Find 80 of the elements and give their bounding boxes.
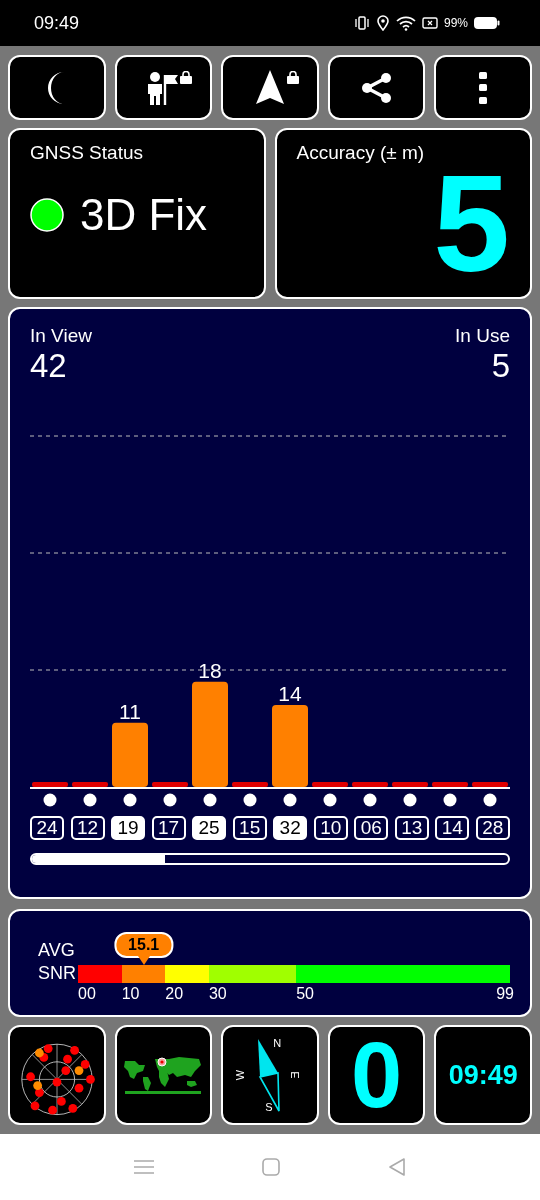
in-view-count: 42	[30, 347, 68, 385]
satellite-id: 14	[435, 816, 470, 840]
satellite-id: 13	[394, 816, 429, 840]
fix-status-dot	[30, 198, 64, 232]
satellite-id: 15	[232, 816, 267, 840]
share-icon	[360, 71, 393, 104]
card-title: Accuracy (± m)	[296, 142, 426, 164]
person-flag-icon	[147, 70, 180, 105]
toolbar-button[interactable]	[327, 55, 426, 120]
navigation-arrow-icon	[256, 69, 284, 106]
toolbar-button[interactable]	[114, 55, 213, 120]
world-map-tile[interactable]	[114, 1025, 213, 1125]
compass-east: E	[289, 1071, 302, 1079]
snr-bar	[112, 722, 148, 787]
snr-label: SNR	[38, 962, 77, 985]
satellite-id: 24	[30, 816, 64, 840]
satellite-dot	[283, 793, 297, 807]
in-use-label: In Use	[455, 325, 510, 347]
battery-icon	[474, 16, 500, 30]
snr-bar	[152, 782, 188, 787]
satellite-id: 06	[354, 816, 389, 840]
battery-percent: 99%	[443, 16, 468, 30]
bar-value: 14	[278, 682, 302, 706]
satellite-id: 19	[111, 816, 146, 840]
sky-plot-tile[interactable]	[8, 1025, 106, 1125]
satellite-dot	[83, 793, 97, 807]
count-tile[interactable]: 0	[327, 1025, 426, 1125]
satellite-id: 32	[273, 816, 308, 840]
wifi-icon	[395, 15, 416, 31]
in-use-count: 5	[491, 347, 510, 385]
satellite-dot	[443, 793, 457, 807]
satellite-dot	[43, 793, 57, 807]
scale-label: 20	[165, 985, 184, 1002]
satellite-dot	[363, 793, 377, 807]
satellite-dot	[203, 793, 217, 807]
snr-bar	[32, 782, 68, 787]
snr-bar	[432, 782, 468, 787]
in-view-label: In View	[30, 325, 92, 347]
satellite-id: 12	[70, 816, 105, 840]
vibrate-icon	[353, 15, 370, 31]
scale-label: 30	[208, 985, 227, 1002]
bar-value: 18	[198, 658, 222, 682]
scale-label: 10	[121, 985, 140, 1002]
scale-label: 99	[496, 985, 514, 1003]
compass-tile[interactable]: N E S W	[221, 1025, 319, 1125]
snr-bar	[392, 782, 428, 787]
satellite-dot	[123, 793, 137, 807]
satellite-id: 17	[151, 816, 186, 840]
satellite-dot	[403, 793, 417, 807]
snr-bar	[72, 782, 108, 787]
avg-label: AVG	[38, 939, 76, 962]
location-icon	[375, 15, 390, 31]
toolbar-button[interactable]	[221, 55, 319, 120]
snr-bar	[352, 782, 388, 787]
accuracy-value: 5	[433, 154, 510, 292]
scale-label: 00	[78, 985, 96, 1002]
bar-value: 11	[119, 699, 141, 723]
satellite-dot	[163, 793, 177, 807]
compass-north: N	[273, 1037, 282, 1049]
satellite-dot	[323, 793, 337, 807]
fix-status: 3D Fix	[80, 190, 208, 240]
satellite-id: 25	[192, 816, 227, 840]
sim-icon	[421, 16, 438, 30]
more-icon	[479, 71, 488, 104]
clock-tile[interactable]: 09:49	[434, 1025, 532, 1125]
satellite-id: 10	[313, 816, 348, 840]
satellite-dot	[483, 793, 497, 807]
satellite-dot	[243, 793, 257, 807]
toolbar-button[interactable]	[8, 55, 106, 120]
snr-bar	[472, 782, 508, 787]
status-time: 09:49	[34, 12, 80, 34]
snr-bar	[312, 782, 348, 787]
snr-bar	[232, 782, 268, 787]
callout-pointer	[137, 956, 150, 965]
satellite-id: 28	[475, 816, 510, 840]
compass-south: S	[265, 1101, 273, 1113]
card-title: GNSS Status	[30, 142, 144, 164]
toolbar-button[interactable]	[434, 55, 532, 120]
scale-label: 50	[296, 985, 314, 1002]
compass-west: W	[234, 1069, 247, 1081]
